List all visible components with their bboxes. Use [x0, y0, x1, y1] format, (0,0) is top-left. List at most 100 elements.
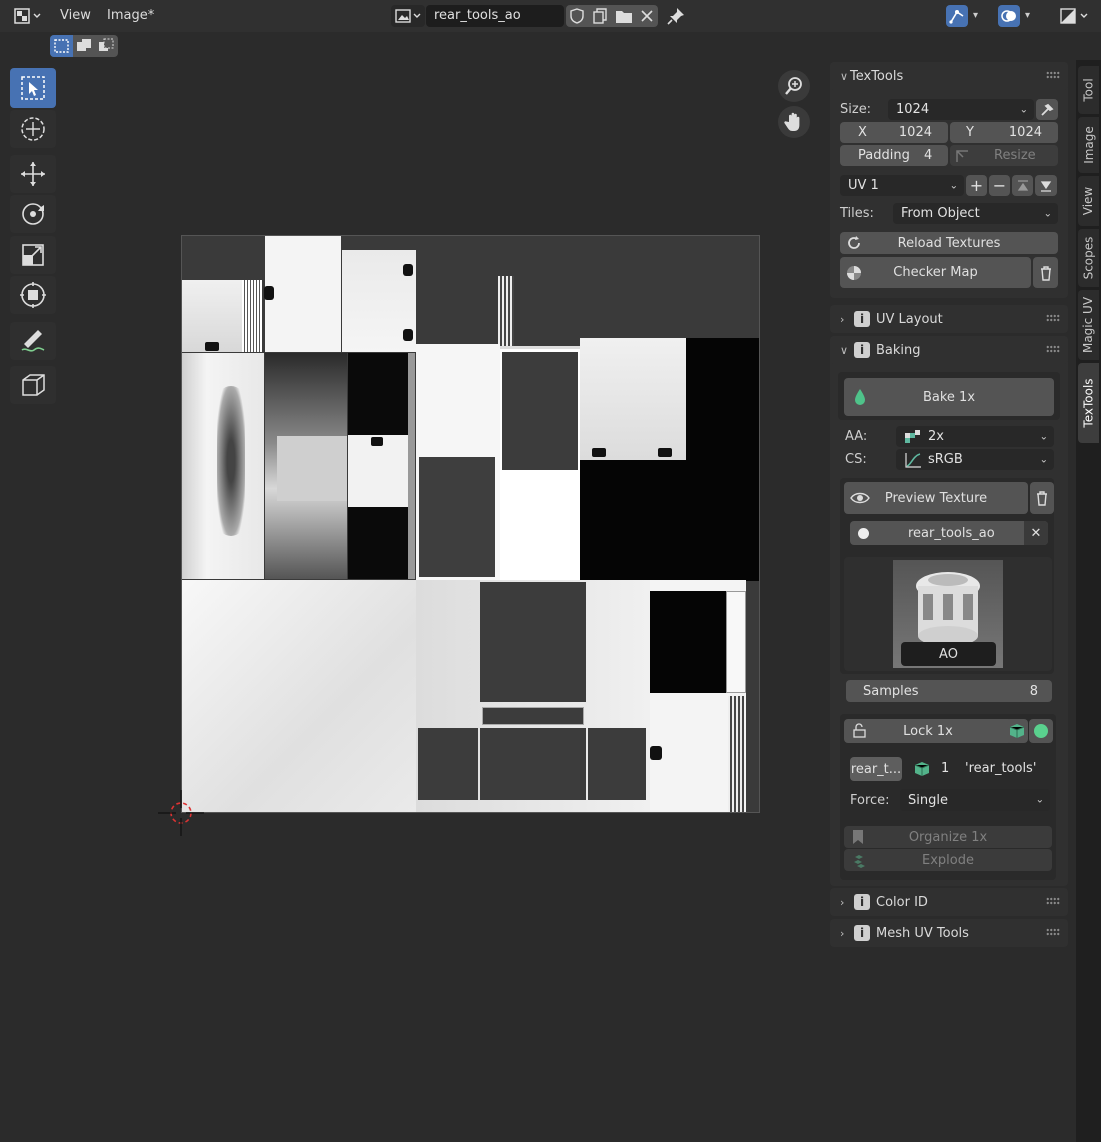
- chevron-right-icon: ›: [840, 312, 845, 326]
- size-y-field[interactable]: Y 1024: [950, 122, 1058, 143]
- sample-icon: [22, 374, 45, 396]
- zoom-button[interactable]: [778, 70, 810, 102]
- delete-checker-button[interactable]: [1033, 257, 1058, 288]
- editor-type-button[interactable]: [12, 4, 44, 28]
- pin-icon[interactable]: [666, 6, 686, 26]
- mesh-mode-button[interactable]: [1006, 719, 1028, 743]
- editor-header: View Image* rear_tools_ao ▾ ▾: [0, 0, 1101, 32]
- explode-button[interactable]: Explode: [844, 849, 1052, 871]
- uv-sync-dropdown[interactable]: ▾: [973, 5, 978, 27]
- preview-texture-button[interactable]: Preview Texture: [844, 482, 1028, 514]
- padding-label: Padding: [858, 148, 910, 163]
- close-icon[interactable]: ✕: [1024, 521, 1048, 545]
- y-label: Y: [966, 125, 974, 140]
- uv-island: [650, 591, 726, 693]
- textools-panel-header[interactable]: ∨ TexTools: [830, 62, 1068, 90]
- object-name-button[interactable]: rear_t...: [850, 757, 902, 781]
- delete-preview-button[interactable]: [1030, 482, 1054, 514]
- pan-button[interactable]: [778, 106, 810, 138]
- uv-island: [348, 353, 408, 435]
- tab-image[interactable]: Image: [1078, 117, 1099, 173]
- force-dropdown[interactable]: Single ⌄: [900, 789, 1050, 811]
- tool-move[interactable]: [10, 155, 56, 193]
- cursor-icon: [21, 117, 45, 141]
- padding-field[interactable]: Padding 4: [840, 145, 948, 166]
- mesh-uv-tools-panel-header[interactable]: › i Mesh UV Tools: [830, 919, 1068, 947]
- annotate-icon: [21, 330, 45, 352]
- texture-slot-field[interactable]: rear_tools_ao ✕: [850, 521, 1048, 545]
- select-mode-subtract-icon[interactable]: [95, 35, 117, 57]
- panel-title: Color ID: [876, 894, 928, 910]
- chevron-down-icon: ⌄: [949, 180, 958, 191]
- drag-grip-icon[interactable]: [1046, 928, 1060, 936]
- uv-channel-dropdown[interactable]: UV 1 ⌄: [840, 175, 964, 196]
- samples-field[interactable]: Samples 8: [846, 680, 1052, 702]
- scale-icon: [22, 244, 44, 266]
- tool-annotate[interactable]: [10, 322, 56, 360]
- uv-island: [277, 436, 347, 501]
- chevron-down-icon: ⌄: [1043, 208, 1052, 219]
- drag-grip-icon[interactable]: [1046, 897, 1060, 905]
- tab-view[interactable]: View: [1078, 176, 1099, 226]
- duplicate-icon[interactable]: [591, 7, 609, 25]
- close-icon[interactable]: [638, 7, 656, 25]
- bake-button[interactable]: Bake 1x: [844, 378, 1054, 416]
- display-channels-button[interactable]: [1058, 5, 1094, 27]
- 2d-cursor-icon[interactable]: [158, 790, 204, 836]
- folder-icon[interactable]: [614, 7, 634, 25]
- shield-icon[interactable]: [568, 7, 586, 25]
- overlay-button[interactable]: [998, 5, 1020, 27]
- select-mode-extend-icon[interactable]: [73, 35, 95, 57]
- tool-select-box[interactable]: [10, 68, 56, 108]
- browse-image-button[interactable]: [391, 5, 425, 27]
- x-label: X: [858, 125, 867, 140]
- size-x-field[interactable]: X 1024: [840, 122, 948, 143]
- remove-uv-button[interactable]: −: [989, 175, 1010, 196]
- tool-transform[interactable]: [10, 276, 56, 314]
- uv-texture-image[interactable]: [181, 235, 760, 813]
- uv-layout-panel-header[interactable]: › i UV Layout: [830, 305, 1068, 333]
- uv-island: [217, 386, 245, 536]
- baking-panel-header[interactable]: ∨ i Baking: [830, 336, 1068, 364]
- reload-textures-button[interactable]: Reload Textures: [840, 232, 1058, 254]
- organize-button[interactable]: Organize 1x: [844, 826, 1052, 848]
- tab-tool[interactable]: Tool: [1078, 66, 1099, 114]
- uv-sync-button[interactable]: [946, 5, 968, 27]
- resize-button[interactable]: Resize: [950, 145, 1058, 166]
- move-uv-up-button[interactable]: [1012, 175, 1033, 196]
- cs-dropdown[interactable]: sRGB ⌄: [896, 449, 1054, 470]
- tool-scale[interactable]: [10, 236, 56, 274]
- tab-label: View: [1081, 186, 1096, 216]
- tab-magic-uv[interactable]: Magic UV: [1078, 290, 1099, 360]
- sphere-mode-button[interactable]: [1029, 719, 1053, 743]
- reload-icon: [848, 236, 860, 249]
- uv-island: [502, 352, 578, 470]
- tool-rotate[interactable]: [10, 195, 56, 233]
- tiles-dropdown[interactable]: From Object ⌄: [893, 203, 1058, 224]
- move-uv-down-button[interactable]: [1035, 175, 1057, 196]
- drag-grip-icon[interactable]: [1046, 71, 1060, 79]
- tab-scopes[interactable]: Scopes: [1078, 229, 1099, 287]
- color-id-panel-header[interactable]: › i Color ID: [830, 888, 1068, 916]
- overlay-dropdown[interactable]: ▾: [1025, 5, 1030, 27]
- eyedropper-button[interactable]: [1036, 99, 1058, 120]
- cs-value: sRGB: [928, 452, 963, 467]
- chevron-down-icon: ∨: [840, 343, 849, 357]
- size-dropdown[interactable]: 1024 ⌄: [888, 99, 1034, 120]
- aa-dropdown[interactable]: 2x ⌄: [896, 426, 1054, 447]
- select-mode-set-button[interactable]: [50, 35, 73, 57]
- image-name-field[interactable]: rear_tools_ao: [426, 5, 564, 27]
- tool-sample[interactable]: [10, 366, 56, 404]
- x-value: 1024: [898, 125, 932, 140]
- view-menu[interactable]: View: [60, 5, 91, 27]
- drag-grip-icon[interactable]: [1046, 314, 1060, 322]
- sphere-icon: [1034, 724, 1048, 738]
- add-uv-button[interactable]: +: [966, 175, 987, 196]
- image-menu[interactable]: Image*: [107, 5, 154, 27]
- checker-map-button[interactable]: Checker Map: [840, 257, 1031, 288]
- lock-button[interactable]: Lock 1x: [844, 719, 1012, 743]
- tab-textools[interactable]: TexTools: [1078, 363, 1099, 443]
- drag-grip-icon[interactable]: [1046, 345, 1060, 353]
- rotate-icon: [22, 203, 44, 225]
- tool-cursor[interactable]: [10, 110, 56, 148]
